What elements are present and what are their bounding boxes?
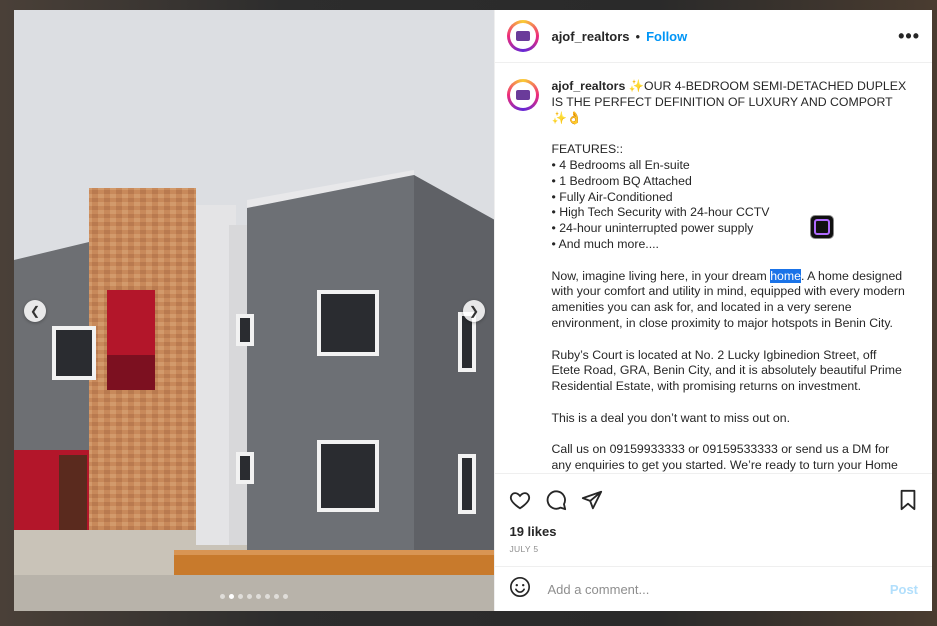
caption-text-segment: Now, imagine living here, in your dream	[551, 268, 771, 283]
caption: ajof_realtors ✨OUR 4-BEDROOM SEMI-DETACH…	[507, 79, 916, 473]
caption-paragraph: This is a deal you don’t want to miss ou…	[551, 410, 791, 425]
feature-item: • High Tech Security with 24-hour CCTV	[551, 205, 770, 220]
post-media[interactable]: ❮ ❯	[14, 10, 495, 611]
chevron-left-icon: ❮	[29, 304, 41, 318]
chevron-right-icon: ❯	[468, 304, 480, 318]
follow-button[interactable]: Follow	[646, 29, 687, 44]
send-icon[interactable]	[581, 489, 603, 511]
caption-paragraph: Now, imagine living here, in your dream …	[551, 268, 907, 332]
likes-count[interactable]: 19 likes	[509, 524, 918, 539]
feature-item: • Fully Air-Conditioned	[551, 189, 673, 204]
feature-item: • And much more....	[551, 236, 659, 251]
comment-input[interactable]	[545, 580, 890, 598]
caption-avatar[interactable]	[507, 79, 540, 111]
carousel-dot	[220, 594, 226, 599]
carousel-next-button[interactable]: ❯	[463, 300, 485, 322]
emoji-icon[interactable]	[509, 576, 531, 603]
carousel-indicator	[14, 594, 494, 599]
caption-area: ajof_realtors ✨OUR 4-BEDROOM SEMI-DETACH…	[495, 63, 932, 473]
post-header: ajof_realtors • Follow •••	[495, 10, 932, 63]
bookmark-icon[interactable]	[898, 489, 918, 511]
header-username[interactable]: ajof_realtors	[551, 29, 629, 44]
caption-paragraph: Call us on 09159933333 or 09159533333 or…	[551, 442, 898, 473]
carousel-dot	[238, 594, 244, 599]
features-title: FEATURES::	[551, 142, 623, 157]
add-comment-bar: Post	[495, 566, 932, 611]
carousel-dot	[229, 594, 235, 599]
post-side-panel: ajof_realtors • Follow ••• ajof_realtors…	[494, 10, 932, 611]
carousel-dot	[265, 594, 271, 599]
post-actions: 19 likes JULY 5	[495, 473, 932, 566]
house-photo	[14, 10, 495, 611]
feature-item: • 1 Bedroom BQ Attached	[551, 173, 692, 188]
brand-logo-icon	[516, 31, 531, 41]
post-date: JULY 5	[509, 544, 539, 554]
caption-paragraph: Ruby’s Court is located at No. 2 Lucky I…	[551, 347, 902, 394]
avatar[interactable]	[507, 20, 540, 52]
caption-text: ajof_realtors ✨OUR 4-BEDROOM SEMI-DETACH…	[551, 79, 907, 473]
separator-dot: •	[635, 28, 641, 44]
carousel-dot	[283, 594, 289, 599]
carousel-dot	[247, 594, 253, 599]
caption-username[interactable]: ajof_realtors	[551, 79, 625, 93]
feature-item: • 24-hour uninterrupted power supply	[551, 221, 754, 236]
extension-icon[interactable]	[810, 215, 835, 239]
selected-text[interactable]: home	[770, 268, 801, 283]
brand-logo-icon	[516, 90, 531, 100]
carousel-dot	[274, 594, 280, 599]
post-comment-button[interactable]: Post	[890, 582, 918, 597]
carousel-dot	[256, 594, 262, 599]
comment-icon[interactable]	[545, 489, 567, 511]
heart-icon[interactable]	[509, 489, 531, 511]
carousel-prev-button[interactable]: ❮	[24, 300, 46, 322]
feature-item: • 4 Bedrooms all En-suite	[551, 157, 690, 172]
more-options-icon[interactable]: •••	[898, 26, 920, 47]
post-modal: ❮ ❯ ajof_realtors • Follow ••• ajof_real…	[14, 10, 932, 611]
